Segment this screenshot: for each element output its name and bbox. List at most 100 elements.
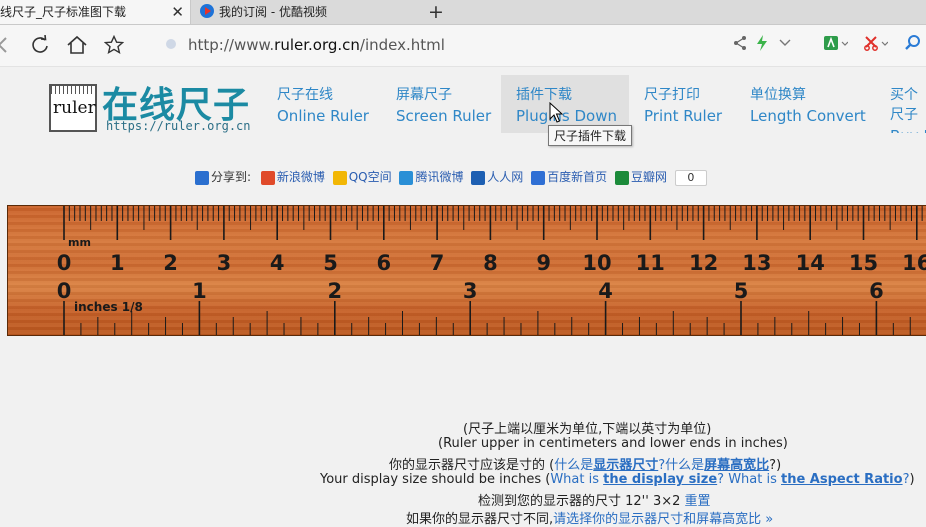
nav-label-en: Plugins Down (516, 107, 618, 125)
nav-label-en: Length Convert (750, 107, 866, 125)
share-link-tencent-weibo[interactable]: 腾讯微博 (415, 170, 463, 184)
weibo-icon (260, 170, 275, 185)
tab-title: 我的订阅 - 优酷视频 (219, 5, 327, 19)
logo-word: ruler (53, 98, 96, 118)
tab-active[interactable]: 线尺子_尺子标准图下载 ✕ (0, 0, 191, 24)
cm-label: 10 (582, 251, 611, 275)
what-is-link[interactable]: What is (550, 472, 603, 487)
cm-label: 16 (902, 251, 926, 275)
ruler-image[interactable]: mminches 1/80123456789101112131415160123… (7, 205, 926, 336)
nav-label-en: Online Ruler (277, 107, 369, 125)
youku-icon (200, 4, 214, 18)
aspect-ratio-link[interactable]: 屏幕高宽比 (704, 458, 769, 473)
info-text: Your display size should be inches ( (320, 472, 551, 487)
select-size-link[interactable]: 请选择你的显示器尺寸和屏幕高宽比 » (553, 512, 773, 527)
info-line-6: 如果你的显示器尺寸不同,请选择你的显示器尺寸和屏幕高宽比 » (406, 508, 926, 527)
nav-print-ruler[interactable]: 尺子打印 Print Ruler (644, 75, 722, 133)
inch-label: 2 (327, 279, 342, 303)
inch-label: 0 (57, 279, 72, 303)
what-is-link[interactable]: 什么是 (554, 458, 593, 473)
info-text: 如果你的显示器尺寸不同, (406, 512, 554, 527)
display-size-link-en[interactable]: the display size (603, 472, 717, 487)
url-domain: ruler.org.cn (274, 36, 360, 54)
cm-label: 11 (636, 251, 665, 275)
close-tab-icon[interactable]: ✕ (171, 0, 184, 24)
cm-label: 7 (430, 251, 445, 275)
inch-label: 3 (463, 279, 478, 303)
nav-label-cn: 尺子打印 (644, 87, 700, 103)
info-line-3: 你的显示器尺寸应该是寸的 (什么是显示器尺寸?什么是屏幕高宽比?) (389, 454, 926, 473)
share-bar: 分享到: 新浪微博 QQ空间 腾讯微博 人人网 百度新首页 豆瓣网 0 (195, 168, 707, 186)
info-line-5: 检测到您的显示器的尺寸 12'' 3×2 重置 (478, 490, 926, 509)
share-link-weibo[interactable]: 新浪微博 (277, 170, 325, 184)
nav-label-cn: 插件下载 (516, 87, 572, 103)
share-link-qzone[interactable]: QQ空间 (349, 170, 392, 184)
ruler-scale: mminches 1/80123456789101112131415160123… (57, 206, 926, 335)
cm-label: 8 (483, 251, 498, 275)
search-icon[interactable] (904, 35, 922, 56)
what-is-link[interactable]: ? What is (717, 472, 781, 487)
ruler-logo-icon[interactable]: ruler (49, 84, 97, 132)
cm-label: 4 (270, 251, 285, 275)
cm-label: 9 (536, 251, 551, 275)
share-count: 0 (674, 169, 707, 186)
aspect-ratio-link-en[interactable]: the Aspect Ratio (781, 472, 903, 487)
what-is-link[interactable]: ?什么是 (658, 458, 704, 473)
info-line-2: (Ruler upper in centimeters and lower en… (438, 436, 788, 451)
share-plus-icon[interactable] (195, 170, 209, 185)
info-text: ) (909, 472, 915, 487)
lightning-icon[interactable] (756, 35, 768, 56)
share-label: 分享到: (211, 170, 252, 184)
extension-green-icon[interactable] (824, 35, 849, 56)
cm-label: 3 (217, 251, 232, 275)
nav-label-cn: 尺子在线 (277, 87, 333, 103)
url-field[interactable]: http://www.ruler.org.cn/index.html (166, 36, 445, 54)
url-path: /index.html (359, 36, 445, 54)
nav-label-en: Screen Ruler (396, 107, 492, 125)
cm-label: 1 (110, 251, 125, 275)
cm-label: 6 (376, 251, 391, 275)
nav-screen-ruler[interactable]: 屏幕尺子 Screen Ruler (396, 75, 491, 133)
logo-ticks (51, 86, 95, 94)
mouse-cursor-icon (549, 102, 563, 123)
nav-length-convert[interactable]: 单位换算 Length Convert (750, 75, 866, 133)
share-link-douban[interactable]: 豆瓣网 (631, 170, 667, 184)
site-logo-url: https://ruler.org.cn (106, 119, 251, 133)
inch-label: 6 (869, 279, 884, 303)
new-tab-button[interactable]: + (428, 0, 444, 24)
share-link-baidu[interactable]: 百度新首页 (547, 170, 607, 184)
scissors-icon[interactable] (864, 35, 889, 56)
cm-label: 13 (742, 251, 771, 275)
url-scheme: http://www. (188, 36, 275, 54)
tab-title: 线尺子_尺子标准图下载 (0, 5, 127, 19)
info-line-1: (尺子上端以厘米为单位,下端以英寸为单位) (463, 422, 712, 437)
share-icon[interactable] (733, 35, 747, 56)
inch-label: 4 (598, 279, 613, 303)
nav-label-en: Print Ruler (644, 107, 723, 125)
cm-label: 2 (163, 251, 178, 275)
tab-youku[interactable]: 我的订阅 - 优酷视频 (192, 0, 420, 24)
reset-link[interactable]: 重置 (685, 494, 711, 509)
inch-unit-label: inches 1/8 (74, 300, 143, 314)
cm-label: 12 (689, 251, 718, 275)
cm-label: 14 (796, 251, 825, 275)
nav-online-ruler[interactable]: 尺子在线 Online Ruler (277, 75, 369, 133)
tencent-weibo-icon (399, 170, 414, 185)
nav-tooltip: 尺子插件下载 (548, 125, 633, 146)
back-icon[interactable] (0, 35, 10, 60)
cm-label: 15 (849, 251, 878, 275)
mm-unit-label: mm (68, 236, 91, 249)
home-icon[interactable] (66, 35, 88, 60)
nav-label-cn: 屏幕尺子 (396, 87, 452, 103)
chevron-down-icon[interactable] (778, 35, 792, 56)
nav-label-cn: 买个尺子 (890, 87, 918, 123)
favorite-star-icon[interactable] (103, 34, 125, 60)
address-toolbar: http://www.ruler.org.cn/index.html (0, 25, 926, 67)
page-info-icon[interactable] (166, 39, 176, 49)
refresh-icon[interactable] (30, 34, 50, 60)
nav-buy-ruler[interactable]: 买个尺子 Buy Ruler (890, 75, 926, 133)
share-link-renren[interactable]: 人人网 (487, 170, 523, 184)
baidu-icon (531, 170, 546, 185)
cm-label: 0 (57, 251, 72, 275)
display-size-link[interactable]: 显示器尺寸 (593, 458, 658, 473)
